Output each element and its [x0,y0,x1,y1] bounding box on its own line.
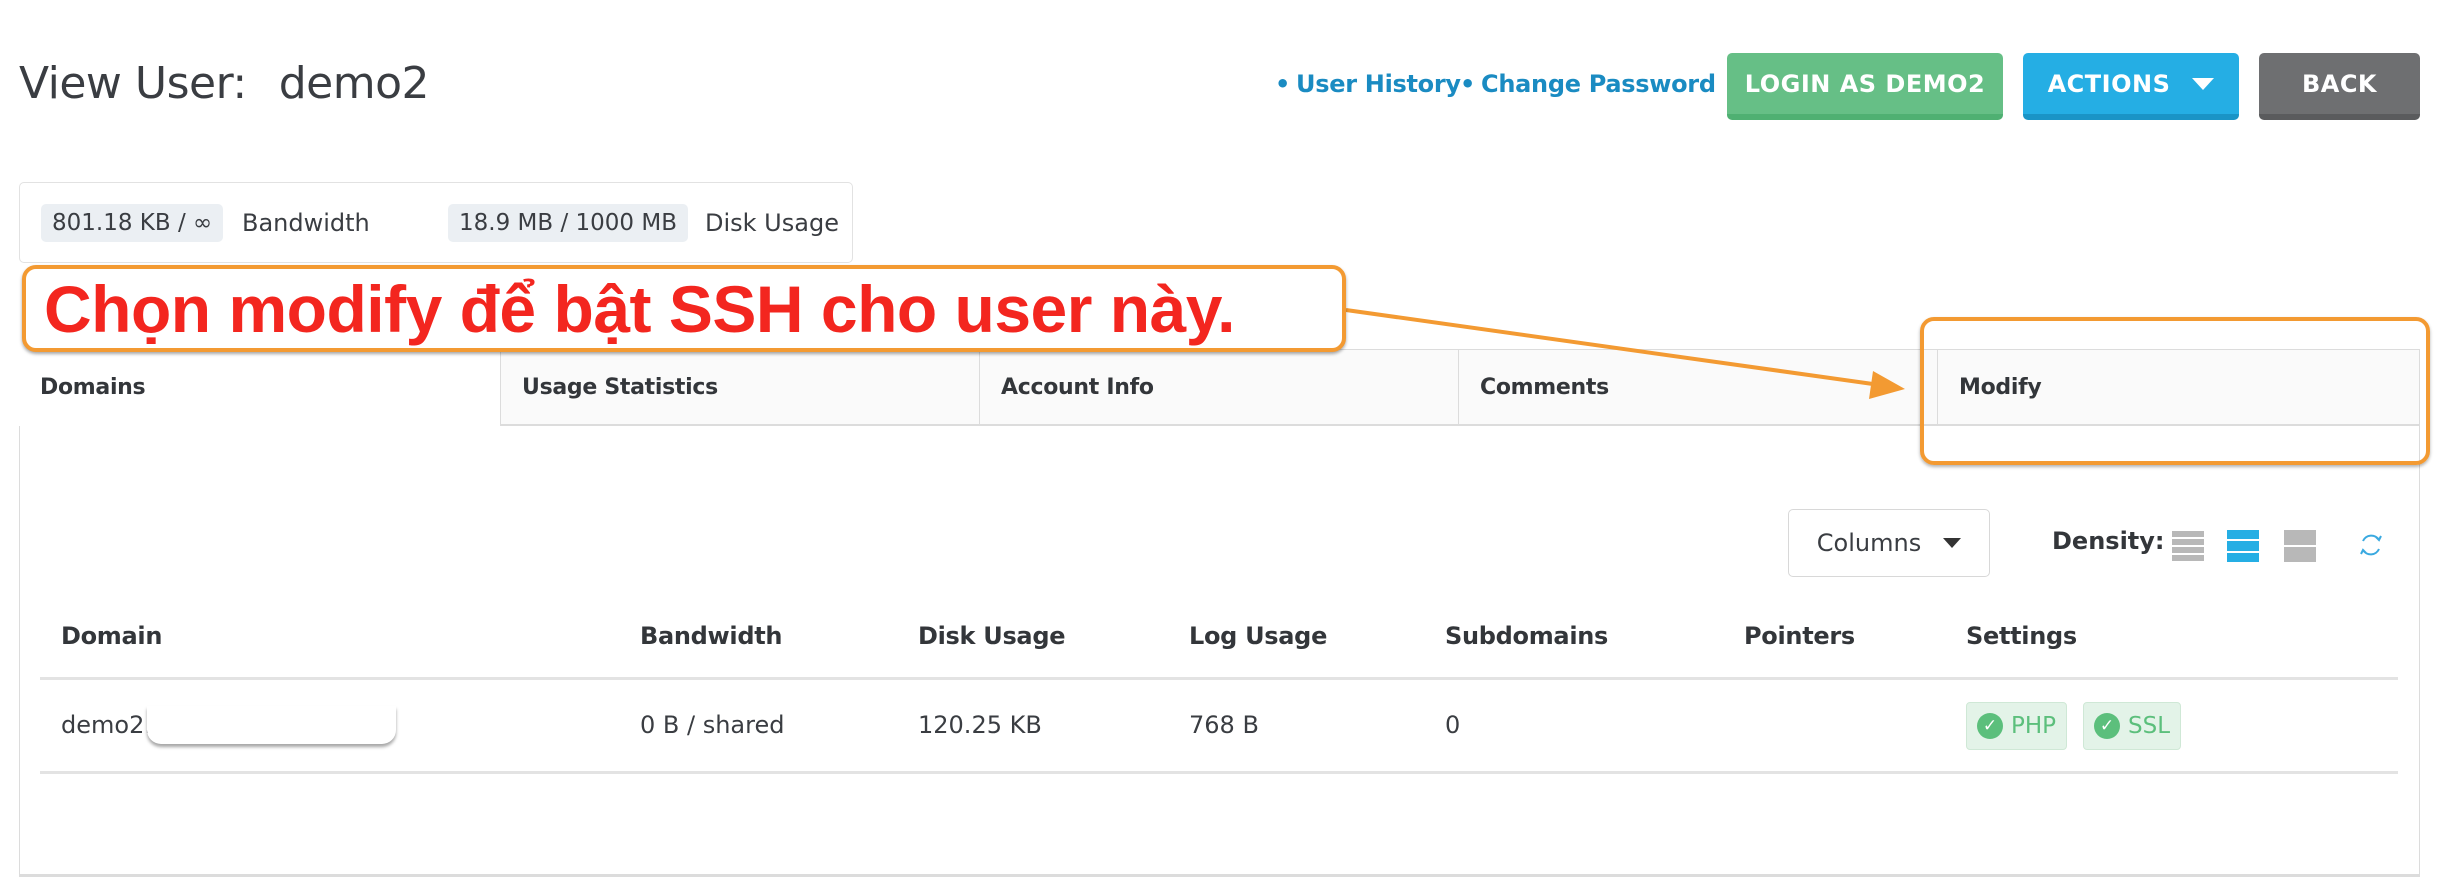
columns-label: Columns [1816,529,1922,557]
page-title-prefix: View User: [19,58,247,109]
caret-down-icon [2192,77,2215,90]
caret-down-icon [1943,538,1962,548]
back-label: BACK [2301,69,2378,98]
user-history-link[interactable]: • User History [1275,70,1461,98]
user-history-label: User History [1296,70,1461,98]
login-as-user-button[interactable]: LOGIN AS DEMO2 [1727,53,2003,120]
ssl-label: SSL [2128,713,2171,739]
tab-account-info[interactable]: Account Info [979,349,1458,426]
divider [40,771,2398,774]
disk-usage-value: 18.9 MB / 1000 MB [448,204,688,242]
density-compact-icon[interactable] [2172,530,2204,562]
check-circle-icon: ✓ [1977,713,2003,739]
tab-label: Usage Statistics [522,374,718,400]
back-button[interactable]: BACK [2259,53,2420,120]
tab-comments[interactable]: Comments [1458,349,1937,426]
php-badge[interactable]: ✓ PHP [1966,702,2068,750]
column-header-log-usage[interactable]: Log Usage [1189,622,1327,650]
domain-cell[interactable]: demo2. [61,711,152,739]
actions-label: ACTIONS [2047,69,2171,98]
bandwidth-cell: 0 B / shared [640,711,785,739]
tab-label: Domains [40,374,146,400]
density-label: Density: [2052,527,2165,555]
disk-usage-label: Disk Usage [705,209,839,237]
bandwidth-value: 801.18 KB / ∞ [41,204,224,242]
change-password-link[interactable]: • Change Password [1460,70,1716,98]
tab-label: Comments [1480,374,1609,400]
modify-highlight-box [1920,317,2430,465]
tab-domains[interactable]: Domains [19,349,500,426]
refresh-icon[interactable] [2358,532,2384,558]
page-title-username: demo2 [278,58,430,109]
column-header-pointers[interactable]: Pointers [1744,622,1855,650]
density-comfortable-icon[interactable] [2284,530,2316,562]
column-header-subdomains[interactable]: Subdomains [1445,622,1608,650]
annotation-callout: Chọn modify để bật SSH cho user này. [22,265,1346,352]
php-label: PHP [2011,713,2057,739]
actions-dropdown-button[interactable]: ACTIONS [2023,53,2239,120]
check-circle-icon: ✓ [2094,713,2120,739]
column-header-domain[interactable]: Domain [61,622,162,650]
column-header-settings[interactable]: Settings [1966,622,2077,650]
subdomains-cell: 0 [1445,711,1461,739]
tab-usage-statistics[interactable]: Usage Statistics [500,349,979,426]
annotation-text: Chọn modify để bật SSH cho user này. [44,271,1235,346]
tab-label: Account Info [1001,374,1154,400]
divider [40,677,2398,680]
log-usage-cell: 768 B [1189,711,1259,739]
bandwidth-label: Bandwidth [242,209,370,237]
bullet: • [1460,70,1476,98]
columns-dropdown[interactable]: Columns [1788,509,1990,577]
redacted-domain [147,706,396,744]
page-title: View User: demo2 [19,58,430,109]
ssl-badge[interactable]: ✓ SSL [2083,702,2182,750]
disk-usage-cell: 120.25 KB [918,711,1042,739]
density-normal-icon[interactable] [2227,530,2259,562]
column-header-bandwidth[interactable]: Bandwidth [640,622,783,650]
login-as-user-label: LOGIN AS DEMO2 [1744,69,1986,98]
change-password-label: Change Password [1481,70,1716,98]
column-header-disk-usage[interactable]: Disk Usage [918,622,1065,650]
bullet: • [1275,70,1291,98]
